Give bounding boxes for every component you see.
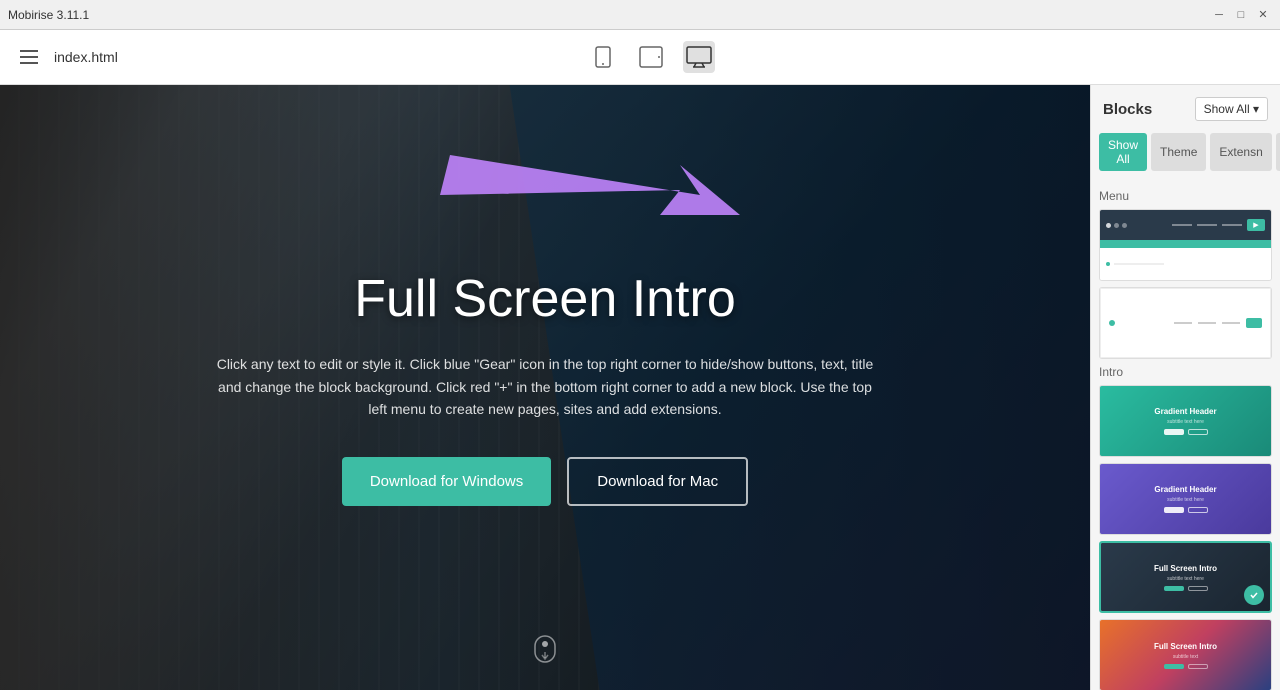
hamburger-line-2 <box>20 56 38 58</box>
intro-block-fullscreen-dark[interactable]: Full Screen Intro subtitle text here <box>1099 541 1272 613</box>
menu-block-light[interactable] <box>1099 287 1272 359</box>
right-sidebar: Blocks Show All ▾ Show All Theme Extensn… <box>1090 85 1280 690</box>
hero-section: Full Screen Intro Click any text to edit… <box>0 85 1090 690</box>
tab-user[interactable]: User <box>1276 133 1280 171</box>
hero-buttons: Download for Windows Download for Mac <box>215 457 875 506</box>
close-button[interactable]: ✕ <box>1254 6 1272 24</box>
menu-dark-preview: ▶ <box>1100 210 1271 280</box>
tablet-view-button[interactable] <box>635 41 667 73</box>
preview-title-fullscreen-sunset: Full Screen Intro <box>1154 642 1217 651</box>
menu-block-dark[interactable]: ▶ <box>1099 209 1272 281</box>
intro-block-gradient-teal[interactable]: Gradient Header subtitle text here <box>1099 385 1272 457</box>
sidebar-title: Blocks <box>1103 101 1152 118</box>
sidebar-header: Blocks Show All ▾ <box>1091 85 1280 129</box>
title-bar-left: Mobirise 3.11.1 <box>8 8 89 22</box>
hero-description[interactable]: Click any text to edit or style it. Clic… <box>215 353 875 420</box>
hamburger-menu-button[interactable] <box>16 46 42 68</box>
tab-show-all[interactable]: Show All <box>1099 133 1147 171</box>
scroll-indicator <box>533 634 557 670</box>
canvas-area: Full Screen Intro Click any text to edit… <box>0 85 1090 690</box>
device-switcher <box>587 41 715 73</box>
desktop-view-button[interactable] <box>683 41 715 73</box>
hero-content: Full Screen Intro Click any text to edit… <box>195 269 895 505</box>
sidebar-tabs: Show All Theme Extensn User <box>1091 129 1280 179</box>
download-windows-button[interactable]: Download for Windows <box>342 457 551 506</box>
toolbar-left: index.html <box>16 46 118 68</box>
sidebar-scroll-area[interactable]: Menu <box>1091 179 1280 690</box>
section-label-menu: Menu <box>1099 189 1272 203</box>
app-name: Mobirise 3.11.1 <box>8 8 89 22</box>
toolbar: index.html <box>0 30 1280 85</box>
preview-title-gradient-purple: Gradient Header <box>1154 485 1216 494</box>
fullscreen-sunset-preview: Full Screen Intro subtitle text <box>1100 620 1271 690</box>
preview-subtitle-gradient-purple: subtitle text here <box>1167 497 1204 503</box>
intro-block-fullscreen-sunset[interactable]: Full Screen Intro subtitle text <box>1099 619 1272 690</box>
main-content: Full Screen Intro Click any text to edit… <box>0 85 1280 690</box>
show-all-dropdown-button[interactable]: Show All ▾ <box>1195 97 1268 121</box>
preview-subtitle-fullscreen-sunset: subtitle text <box>1173 654 1198 660</box>
hamburger-line-3 <box>20 62 38 64</box>
preview-subtitle-fullscreen-dark: subtitle text here <box>1167 576 1204 582</box>
hamburger-line-1 <box>20 50 38 52</box>
selected-check-icon[interactable] <box>1244 585 1264 605</box>
tab-extensn[interactable]: Extensn <box>1210 133 1271 171</box>
hero-title[interactable]: Full Screen Intro <box>215 269 875 329</box>
minimize-button[interactable]: ─ <box>1210 6 1228 24</box>
preview-title-fullscreen-dark: Full Screen Intro <box>1154 564 1217 573</box>
file-name: index.html <box>54 49 118 65</box>
section-label-intro: Intro <box>1099 365 1272 379</box>
tab-theme[interactable]: Theme <box>1151 133 1206 171</box>
menu-light-preview <box>1100 288 1271 358</box>
preview-title-gradient-teal: Gradient Header <box>1154 407 1216 416</box>
title-bar: Mobirise 3.11.1 ─ □ ✕ <box>0 0 1280 30</box>
intro-block-gradient-purple[interactable]: Gradient Header subtitle text here <box>1099 463 1272 535</box>
phone-view-button[interactable] <box>587 41 619 73</box>
gradient-teal-preview: Gradient Header subtitle text here <box>1100 386 1271 456</box>
fullscreen-dark-preview: Full Screen Intro subtitle text here <box>1101 543 1270 611</box>
gradient-purple-preview: Gradient Header subtitle text here <box>1100 464 1271 534</box>
maximize-button[interactable]: □ <box>1232 6 1250 24</box>
preview-subtitle-gradient-teal: subtitle text here <box>1167 419 1204 425</box>
download-mac-button[interactable]: Download for Mac <box>567 457 748 506</box>
title-bar-controls[interactable]: ─ □ ✕ <box>1210 6 1272 24</box>
